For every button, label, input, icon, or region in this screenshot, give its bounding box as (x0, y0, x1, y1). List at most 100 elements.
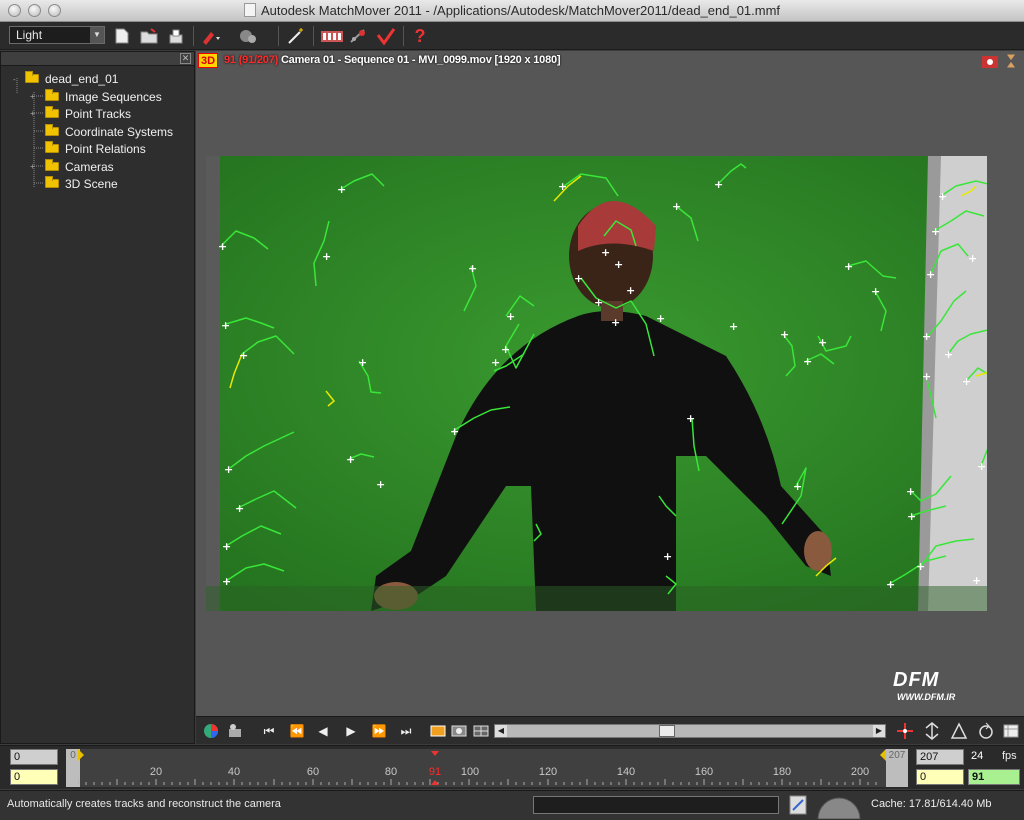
svg-text:+: + (222, 575, 231, 588)
svg-text:+: + (871, 285, 880, 298)
tree-item-3d-scene[interactable]: 3D Scene (45, 175, 118, 192)
end-frame-top[interactable]: 207 (916, 749, 964, 765)
help-icon[interactable]: ? (410, 26, 430, 46)
step-back-button[interactable]: ◀ (314, 722, 332, 740)
tree-item-label: Coordinate Systems (65, 124, 174, 139)
solver-icon[interactable] (238, 26, 258, 46)
vertical-move-icon[interactable] (923, 722, 941, 740)
svg-text:+: + (793, 480, 802, 493)
loop-icon[interactable] (429, 722, 447, 740)
svg-text:+: + (235, 502, 244, 515)
new-file-icon[interactable] (112, 26, 132, 46)
start-frame-top[interactable]: 0 (10, 749, 58, 765)
record-icon[interactable] (450, 722, 468, 740)
frame-scrollbar[interactable]: ◀ ▶ (494, 724, 886, 738)
tree-item-point-relations[interactable]: Point Relations (45, 140, 146, 157)
ruler-ticks (78, 749, 886, 785)
svg-text:+: + (977, 460, 986, 473)
track-icon[interactable] (200, 26, 220, 46)
footage-image: +++ +++ +++ +++ +++ +++ +++ ++ + +++ +++ … (206, 156, 987, 611)
scroll-thumb[interactable] (659, 725, 675, 737)
tick-label: 40 (227, 766, 241, 778)
svg-text:+: + (450, 425, 459, 438)
open-file-icon[interactable] (139, 26, 159, 46)
toolbar-divider (193, 26, 194, 46)
close-icon[interactable]: ✕ (180, 53, 191, 64)
title-bar: Autodesk MatchMover 2011 - /Applications… (0, 0, 1024, 22)
start-frame-field[interactable]: 0 (10, 769, 58, 785)
timeline-ruler[interactable]: 0 20 40 60 80 91 100 120 140 160 180 200… (66, 749, 908, 787)
save-file-icon[interactable] (166, 26, 186, 46)
svg-text:+: + (468, 262, 477, 275)
toolbar-divider (313, 26, 314, 46)
magic-wand-icon[interactable] (286, 26, 306, 46)
ruler-end-handle[interactable]: 207 (886, 749, 908, 787)
toolbar-divider (278, 26, 279, 46)
svg-text:+: + (962, 375, 971, 388)
scroll-right-icon[interactable]: ▶ (873, 725, 885, 737)
svg-text:+: + (491, 356, 500, 369)
hourglass-icon[interactable] (1004, 53, 1018, 69)
next-key-button[interactable]: ⏩ (370, 722, 388, 740)
color-wheel-icon[interactable] (202, 722, 220, 740)
current-frame-field[interactable]: 91 (968, 769, 1020, 785)
play-button[interactable]: ▶ (342, 722, 360, 740)
camera-tool-icon[interactable] (226, 722, 244, 740)
grid-view-icon[interactable] (472, 722, 490, 740)
folder-icon (25, 71, 39, 83)
tick-label: 180 (772, 766, 792, 778)
svg-text:+: + (714, 178, 723, 191)
svg-text:+: + (358, 356, 367, 369)
export-icon[interactable] (376, 26, 396, 46)
snapshot-icon[interactable] (980, 53, 1000, 69)
folder-icon (45, 159, 59, 171)
status-bar: Automatically creates tracks and reconst… (0, 790, 1024, 820)
view-grid-icon[interactable] (1002, 722, 1020, 740)
svg-text:+: + (944, 348, 953, 361)
tree-root-item[interactable]: dead_end_01 (25, 70, 118, 87)
svg-text:+: + (686, 412, 695, 425)
svg-text:+: + (968, 252, 977, 265)
svg-text:+: + (601, 246, 610, 259)
tick-label: 20 (149, 766, 163, 778)
fps-field[interactable]: 24 (968, 749, 998, 765)
folder-icon (45, 176, 59, 188)
folder-icon (45, 124, 59, 136)
ruler-start-label: 0 (70, 750, 76, 761)
tree-item-point-tracks[interactable]: Point Tracks (45, 105, 131, 122)
rotate-tool-icon[interactable] (977, 722, 995, 740)
svg-text:+: + (729, 320, 738, 333)
cache-readout: Cache: 17.81/614.40 Mb (871, 798, 992, 810)
film-strip-icon[interactable] (320, 26, 344, 46)
svg-text:+: + (818, 336, 827, 349)
svg-text:+: + (346, 453, 355, 466)
edit-icon[interactable] (789, 795, 807, 815)
app-window: Autodesk MatchMover 2011 - /Applications… (0, 0, 1024, 820)
svg-text:+: + (803, 355, 812, 368)
frame-range-label: (91/207) (238, 54, 279, 66)
tree-item-image-sequences[interactable]: Image Sequences (45, 88, 162, 105)
svg-text:+: + (221, 319, 230, 332)
go-to-start-button[interactable]: ⏮ (260, 722, 278, 740)
move-tool-icon[interactable] (896, 722, 914, 740)
go-to-end-button[interactable]: ⏭ (397, 722, 415, 740)
coordinate-icon[interactable] (348, 26, 368, 46)
camera-viewport[interactable]: 3D 91 (91/207) Camera 01 - Sequence 01 -… (196, 51, 1024, 716)
svg-text:+: + (906, 485, 915, 498)
layout-select[interactable]: Light ▼ (9, 26, 105, 44)
tree-item-cameras[interactable]: Cameras (45, 158, 114, 175)
tree-item-label: Cameras (65, 159, 114, 174)
end-frame-field[interactable]: 0 (916, 769, 964, 785)
svg-text:+: + (337, 183, 346, 196)
scroll-left-icon[interactable]: ◀ (495, 725, 507, 737)
svg-text:+: + (672, 200, 681, 213)
svg-text:+: + (780, 328, 789, 341)
progress-field (533, 796, 779, 814)
3d-mode-tag[interactable]: 3D (198, 53, 218, 68)
orbit-tool-icon[interactable] (950, 722, 968, 740)
tree-item-coordinate-systems[interactable]: Coordinate Systems (45, 123, 173, 140)
previous-key-button[interactable]: ⏪ (288, 722, 306, 740)
svg-text:+: + (376, 478, 385, 491)
svg-text:+: + (907, 510, 916, 523)
folder-icon (45, 141, 59, 153)
